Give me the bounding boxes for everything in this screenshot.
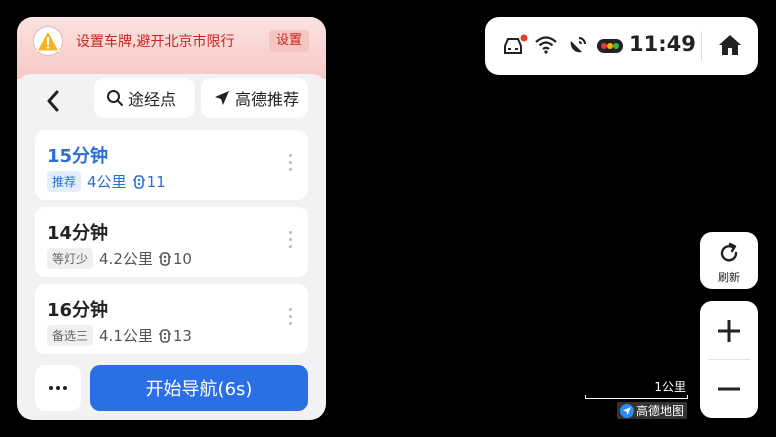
route-lights: 10 [172,249,192,268]
refresh-icon [720,242,738,262]
home-icon[interactable] [718,33,742,57]
warning-icon [33,26,63,56]
brand-label: 高德地图 [636,404,685,418]
traffic-light-icon [132,174,145,189]
ellipsis-icon [49,386,53,390]
route-option-1[interactable]: 15分钟 推荐 4公里 11 [35,130,308,200]
route-tag: 推荐 [47,171,82,192]
route-more-icon[interactable] [288,154,294,176]
plate-restriction-banner[interactable]: 设置车牌,避开北京市限行 设置 [17,17,326,79]
route-option-3[interactable]: 16分钟 备选三 4.1公里 13 [35,284,308,354]
wifi-icon[interactable] [535,36,557,54]
route-tag: 等灯少 [47,248,94,269]
satellite-icon[interactable] [566,35,588,57]
route-time: 15分钟 [47,146,109,167]
traffic-light-icon [158,328,171,343]
scale-bar [585,395,688,399]
set-plate-button[interactable]: 设置 [268,30,309,52]
map-scale: 1公里 [585,378,688,400]
start-navigation-button[interactable]: 开始导航(6s) [90,365,308,411]
refresh-button[interactable]: 刷新 [700,232,758,289]
status-clock: 11:49 [629,32,696,56]
zoom-out-icon[interactable] [717,377,741,401]
traffic-light-icon [158,251,171,266]
zoom-in-icon[interactable] [717,319,741,343]
status-bar: 11:49 [485,17,758,75]
route-toolbar: 途经点 高德推荐 [17,74,326,124]
search-icon [107,90,123,106]
back-button[interactable] [39,87,67,115]
recommend-button[interactable]: 高德推荐 [201,78,308,118]
route-panel: 设置车牌,避开北京市限行 设置 途经点 高德推荐 15分钟 推荐 4公里 11 [17,17,326,420]
navigation-arrow-icon [215,91,229,105]
route-more-icon[interactable] [288,308,294,330]
scale-label: 1公里 [654,380,686,394]
route-lights: 13 [172,326,192,345]
traffic-status-icon[interactable] [597,39,623,53]
route-distance: 4.1公里 [99,327,153,345]
banner-text: 设置车牌,避开北京市限行 [76,34,235,50]
waypoint-button[interactable]: 途经点 [94,78,195,118]
route-time: 16分钟 [47,300,109,321]
recommend-label: 高德推荐 [235,90,300,109]
more-options-button[interactable] [35,365,81,411]
refresh-label: 刷新 [718,271,740,284]
route-distance: 4公里 [87,173,127,191]
amap-logo-icon [620,403,634,418]
route-more-icon[interactable] [288,231,294,253]
zoom-control [700,301,758,418]
zoom-divider [708,359,750,360]
route-lights: 11 [146,172,166,191]
waypoint-label: 途经点 [128,90,177,109]
chevron-left-icon [47,90,59,112]
route-option-2[interactable]: 14分钟 等灯少 4.2公里 10 [35,207,308,277]
route-tag: 备选三 [47,325,94,346]
amap-logo: 高德地图 [617,402,688,419]
route-distance: 4.2公里 [99,250,153,268]
route-time: 14分钟 [47,223,109,244]
status-divider [701,31,702,61]
car-connection-icon[interactable] [502,34,528,58]
